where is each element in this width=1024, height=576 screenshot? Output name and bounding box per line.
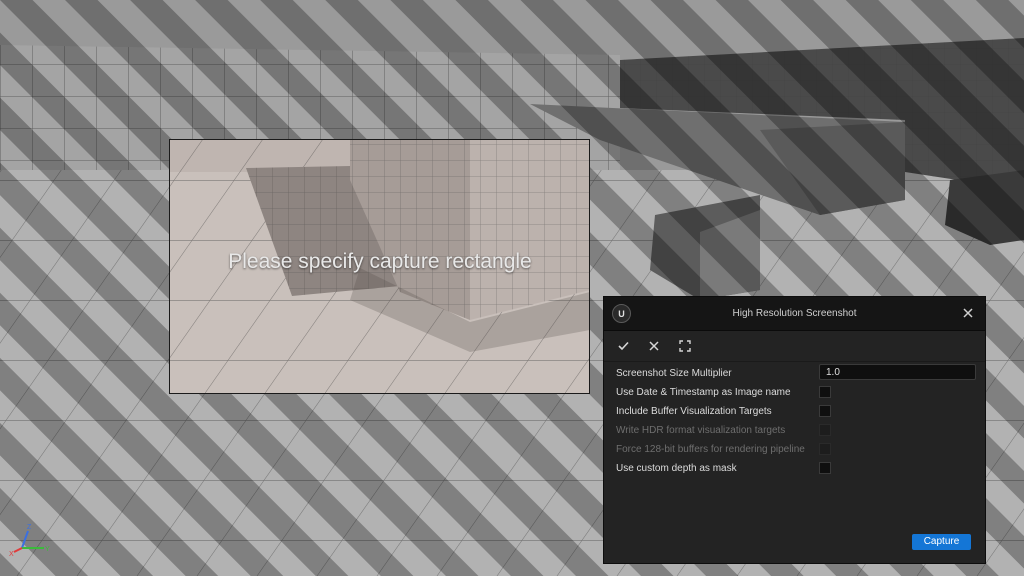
option-row-hdr: Write HDR format visualization targets xyxy=(616,421,973,439)
capture-instruction-text: Please specify capture rectangle xyxy=(228,250,532,273)
dialog-toolbar xyxy=(604,331,985,362)
timestamp-checkbox[interactable] xyxy=(819,386,831,398)
close-icon xyxy=(963,308,973,318)
dialog-title: High Resolution Screenshot xyxy=(732,308,857,319)
option-label: Write HDR format visualization targets xyxy=(616,424,786,436)
option-label: Use Date & Timestamp as Image name xyxy=(616,386,791,398)
size-multiplier-input[interactable]: 1.0 xyxy=(819,364,976,380)
maximize-corners-icon xyxy=(679,340,691,352)
option-row-128bit: Force 128-bit buffers for rendering pipe… xyxy=(616,440,973,458)
option-label: Use custom depth as mask xyxy=(616,462,737,474)
checkmark-icon xyxy=(617,341,629,351)
high-resolution-screenshot-dialog: U High Resolution Screenshot Screenshot … xyxy=(603,296,986,564)
size-multiplier-row: Screenshot Size Multiplier 1.0 xyxy=(616,364,976,382)
option-label: Force 128-bit buffers for rendering pipe… xyxy=(616,443,805,455)
force-128bit-checkbox xyxy=(819,443,831,455)
axis-x-label: X xyxy=(9,551,14,558)
axis-y-label: Y xyxy=(45,546,50,553)
option-row-timestamp: Use Date & Timestamp as Image name xyxy=(616,383,973,401)
capture-button[interactable]: Capture xyxy=(912,534,971,550)
maximize-button[interactable] xyxy=(676,338,694,354)
option-label: Include Buffer Visualization Targets xyxy=(616,405,772,417)
cancel-button[interactable] xyxy=(645,338,663,354)
dialog-titlebar[interactable]: U High Resolution Screenshot xyxy=(604,297,985,331)
option-row-buffer-visualization: Include Buffer Visualization Targets xyxy=(616,402,973,420)
confirm-button[interactable] xyxy=(614,338,632,354)
buffer-visualization-checkbox[interactable] xyxy=(819,405,831,417)
hdr-checkbox xyxy=(819,424,831,436)
custom-depth-checkbox[interactable] xyxy=(819,462,831,474)
x-icon xyxy=(649,341,659,351)
option-row-custom-depth: Use custom depth as mask xyxy=(616,459,973,477)
axis-z-label: Z xyxy=(27,524,32,531)
close-button[interactable] xyxy=(959,304,977,322)
